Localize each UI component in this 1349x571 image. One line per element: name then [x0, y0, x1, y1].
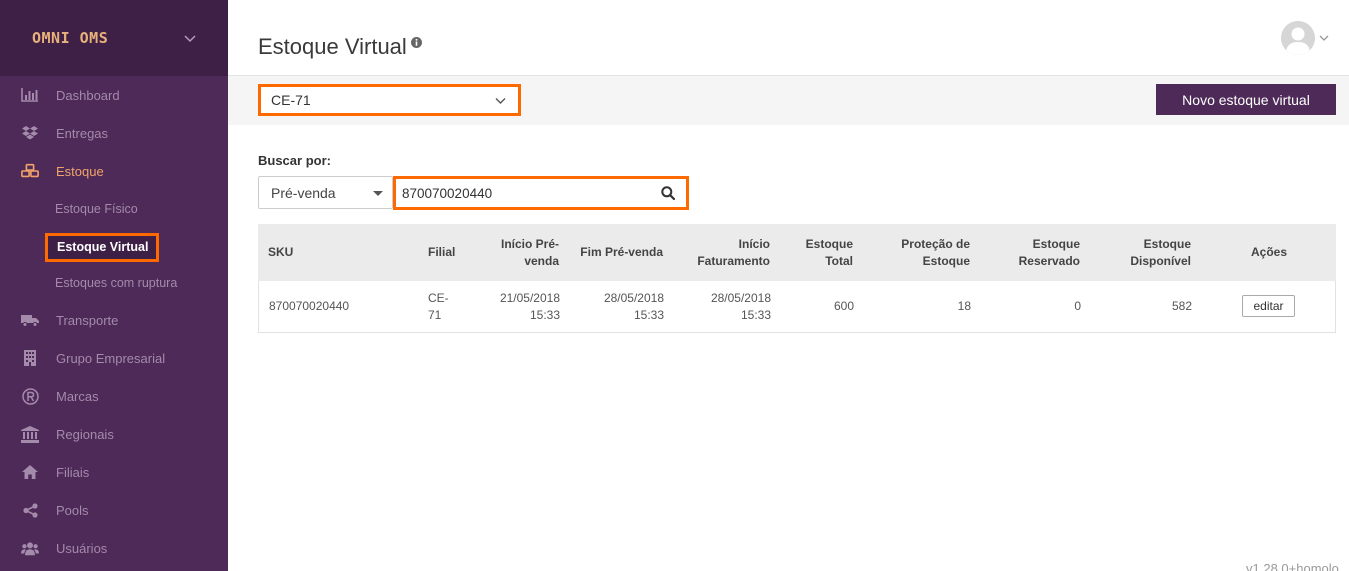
- header-estoque-reservado: Estoque Reservado: [1018, 236, 1080, 268]
- header-inicio-pre-venda: Início Pré-venda: [500, 236, 559, 268]
- info-icon[interactable]: [410, 37, 422, 48]
- filial-select-value: CE-71: [271, 92, 311, 108]
- home-icon: [21, 463, 39, 481]
- sidebar-item-marcas[interactable]: Marcas: [0, 377, 228, 415]
- sidebar-item-label: Transporte: [56, 312, 119, 328]
- sidebar-item-label: Usuários: [56, 540, 108, 556]
- search-icon[interactable]: [661, 186, 675, 200]
- header-acoes: Ações: [1251, 245, 1288, 259]
- sidebar-item-label: Dashboard: [56, 87, 120, 103]
- sidebar-item-label: Grupo Empresarial: [56, 350, 166, 366]
- sidebar-item-usuarios[interactable]: Usuários: [0, 529, 228, 567]
- sidebar: OMNI OMS Dashboard Entregas Estoque Esto…: [0, 0, 228, 571]
- version-label: v1.28.0+homolo: [1246, 561, 1339, 571]
- header-sku: SKU: [268, 245, 294, 259]
- sidebar-item-label: Estoque: [56, 163, 104, 179]
- cell-estoque-total: 600: [833, 299, 854, 313]
- sidebar-item-label: Entregas: [56, 125, 109, 141]
- sidebar-item-regionais[interactable]: Regionais: [0, 415, 228, 453]
- registered-icon: [21, 387, 39, 405]
- cell-sku: 870070020440: [269, 299, 350, 313]
- subnav-estoque-virtual[interactable]: Estoque Virtual: [45, 233, 160, 262]
- sidebar-item-filiais[interactable]: Filiais: [0, 453, 228, 491]
- search-label: Buscar por:: [258, 153, 331, 168]
- search-box[interactable]: [393, 176, 689, 210]
- brand-header[interactable]: OMNI OMS: [0, 0, 228, 76]
- user-menu[interactable]: [1281, 21, 1329, 55]
- cell-fim-pre-venda: 28/05/2018 15:33: [603, 290, 664, 322]
- bar-chart-icon: [21, 86, 39, 104]
- sidebar-item-label: Filiais: [56, 464, 90, 480]
- cell-estoque-disponivel: 582: [1171, 299, 1192, 313]
- search-type-value: Pré-venda: [271, 184, 336, 201]
- header-fim-pre-venda: Fim Pré-venda: [580, 245, 663, 259]
- new-virtual-stock-button[interactable]: Novo estoque virtual: [1156, 84, 1336, 115]
- cell-inicio-pre-venda: 21/05/2018 15:33: [499, 290, 560, 322]
- table-row: 870070020440 CE- 71 21/05/2018 15:33 28/05…: [258, 281, 1336, 333]
- sidebar-item-entregas[interactable]: Entregas: [0, 114, 228, 152]
- sidebar-item-label: Regionais: [56, 426, 114, 442]
- dropbox-icon: [21, 124, 39, 142]
- chevron-down-icon[interactable]: [1319, 33, 1329, 43]
- sidebar-item-pools[interactable]: Pools: [0, 491, 228, 529]
- cell-protecao-estoque: 18: [957, 299, 971, 313]
- users-icon: [21, 539, 39, 557]
- table-header: SKU Filial Início Pré-venda Fim Pré-vend…: [258, 224, 1336, 281]
- chevron-down-icon[interactable]: [182, 30, 198, 46]
- chevron-down-icon: [495, 98, 506, 104]
- filial-select[interactable]: CE-71: [258, 84, 521, 116]
- caret-down-icon: [373, 191, 383, 196]
- header-protecao-estoque: Proteção de Estoque: [901, 236, 970, 268]
- cell-estoque-reservado: 0: [1074, 299, 1081, 313]
- header-estoque-total: Estoque Total: [805, 236, 853, 268]
- truck-icon: [21, 311, 39, 329]
- subnav-estoques-ruptura[interactable]: Estoques com ruptura: [55, 276, 177, 290]
- toolbar: CE-71 Novo estoque virtual: [228, 75, 1349, 125]
- sidebar-item-grupo-empresarial[interactable]: Grupo Empresarial: [0, 339, 228, 377]
- sidebar-item-label: Marcas: [56, 388, 99, 404]
- virtual-stock-table: SKU Filial Início Pré-venda Fim Pré-vend…: [258, 224, 1336, 333]
- brand-name: OMNI OMS: [32, 29, 109, 47]
- sidebar-item-transporte[interactable]: Transporte: [0, 301, 228, 339]
- bank-icon: [21, 425, 39, 443]
- subnav-estoque-fisico[interactable]: Estoque Físico: [55, 202, 138, 216]
- page-title: Estoque Virtual: [258, 34, 422, 60]
- sidebar-item-dashboard[interactable]: Dashboard: [0, 76, 228, 114]
- search-type-select[interactable]: Pré-venda: [258, 176, 393, 209]
- header-estoque-disponivel: Estoque Disponível: [1130, 236, 1191, 268]
- cell-inicio-faturamento: 28/05/2018 15:33: [710, 290, 771, 322]
- header-filial: Filial: [428, 245, 456, 259]
- cubes-icon: [21, 162, 39, 180]
- sidebar-item-label: Pools: [56, 502, 89, 518]
- share-icon: [21, 501, 39, 519]
- edit-button[interactable]: editar: [1242, 295, 1295, 317]
- header-inicio-faturamento: Início Faturamento: [697, 236, 770, 268]
- building-icon: [21, 349, 39, 367]
- avatar[interactable]: [1281, 21, 1315, 55]
- search-input[interactable]: [402, 185, 652, 201]
- page-title-text: Estoque Virtual: [258, 34, 407, 59]
- sidebar-item-estoque[interactable]: Estoque: [0, 152, 228, 190]
- cell-filial: CE- 71: [428, 290, 449, 322]
